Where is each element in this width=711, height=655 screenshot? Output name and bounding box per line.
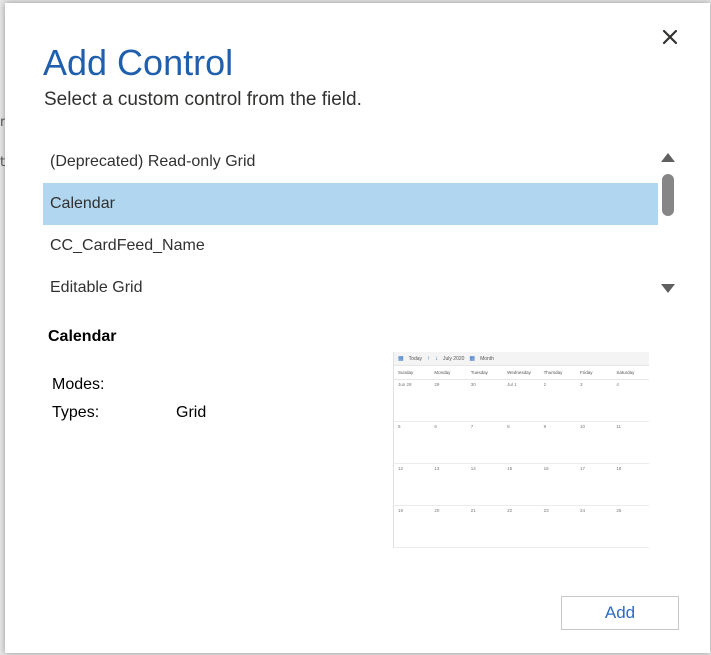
list-item-editable-grid[interactable]: Editable Grid <box>43 267 658 309</box>
types-value: Grid <box>176 404 207 421</box>
close-icon[interactable] <box>662 29 678 45</box>
weekday-label: Saturday <box>616 370 635 375</box>
day-cell: 19 <box>398 508 404 513</box>
day-cell: 29 <box>434 382 440 387</box>
preview-month-year: July 2020 <box>443 355 465 362</box>
up-arrow-icon: ↑ <box>427 355 431 362</box>
weekday-label: Monday <box>434 370 451 375</box>
day-cell: 4 <box>616 382 619 387</box>
weekday-label: Wednesday <box>507 370 531 375</box>
add-button[interactable]: Add <box>561 596 679 630</box>
control-listbox[interactable]: (Deprecated) Read-only Grid Calendar CC_… <box>43 141 683 309</box>
scroll-thumb[interactable] <box>662 174 674 216</box>
control-detail-title: Calendar <box>48 328 117 345</box>
weekday-label: Friday <box>579 370 593 375</box>
day-cell: 13 <box>434 466 440 471</box>
types-label: Types: <box>52 404 100 421</box>
calendar-icon: ▦ <box>398 356 404 362</box>
weekday-label: Thursday <box>543 370 563 375</box>
add-control-dialog: Add Control Select a custom control from… <box>5 3 710 653</box>
preview-week-row: 5 6 7 8 9 10 11 <box>394 422 649 464</box>
day-cell: Jun 28 <box>398 382 412 387</box>
scroll-down-arrow-icon[interactable] <box>661 284 675 293</box>
preview-view: Month <box>480 355 494 362</box>
calendar-icon: ▦ <box>469 356 476 362</box>
preview-today: Today <box>408 355 423 362</box>
day-cell: 11 <box>616 424 622 429</box>
day-cell: 24 <box>579 508 585 513</box>
preview-week-row: 12 13 14 15 16 17 18 <box>394 464 649 506</box>
list-item-calendar[interactable]: Calendar <box>43 183 658 225</box>
day-cell: 21 <box>470 508 476 513</box>
day-cell: 10 <box>579 424 585 429</box>
day-cell: 15 <box>507 466 513 471</box>
dialog-subtitle: Select a custom control from the field. <box>44 89 362 110</box>
preview-toolbar: ▦ Today ↑ ↓ July 2020 ▦ Month <box>394 352 649 366</box>
preview-week-row: 19 20 21 22 23 24 25 <box>394 506 649 548</box>
day-cell: 22 <box>507 508 513 513</box>
scroll-up-arrow-icon[interactable] <box>661 153 675 162</box>
day-cell: 14 <box>470 466 476 471</box>
day-cell: 30 <box>470 382 476 387</box>
day-cell: 20 <box>434 508 440 513</box>
day-cell: 6 <box>434 424 437 429</box>
preview-week-row: Jun 28 29 30 Jul 1 2 3 4 <box>394 380 649 422</box>
down-arrow-icon: ↓ <box>435 355 439 362</box>
preview-month-grid: Sunday Monday Tuesday Wednesday Thursday… <box>394 367 649 548</box>
day-cell: 7 <box>470 424 474 429</box>
close-button[interactable] <box>659 26 681 48</box>
preview-weekday-row: Sunday Monday Tuesday Wednesday Thursday… <box>394 367 649 380</box>
list-scrollbar[interactable] <box>661 149 681 299</box>
day-cell: 9 <box>543 424 547 429</box>
day-cell: Jul 1 <box>507 382 517 387</box>
calendar-preview-image: ▦ Today ↑ ↓ July 2020 ▦ Month Sunday Mon… <box>393 352 649 548</box>
list-item-deprecated-read-only-grid[interactable]: (Deprecated) Read-only Grid <box>43 141 658 183</box>
day-cell: 17 <box>579 466 585 471</box>
modes-label: Modes: <box>52 376 105 393</box>
weekday-label: Sunday <box>398 370 414 375</box>
day-cell: 25 <box>616 508 622 513</box>
day-cell: 2 <box>543 382 547 387</box>
day-cell: 23 <box>543 508 549 513</box>
day-cell: 18 <box>616 466 622 471</box>
weekday-label: Tuesday <box>470 370 488 375</box>
day-cell: 5 <box>398 424 401 429</box>
day-cell: 3 <box>579 382 583 387</box>
day-cell: 16 <box>543 466 549 471</box>
day-cell: 12 <box>398 466 404 471</box>
day-cell: 8 <box>507 424 510 429</box>
list-item-cc-cardfeed-name[interactable]: CC_CardFeed_Name <box>43 225 658 267</box>
dialog-title: Add Control <box>43 42 234 83</box>
